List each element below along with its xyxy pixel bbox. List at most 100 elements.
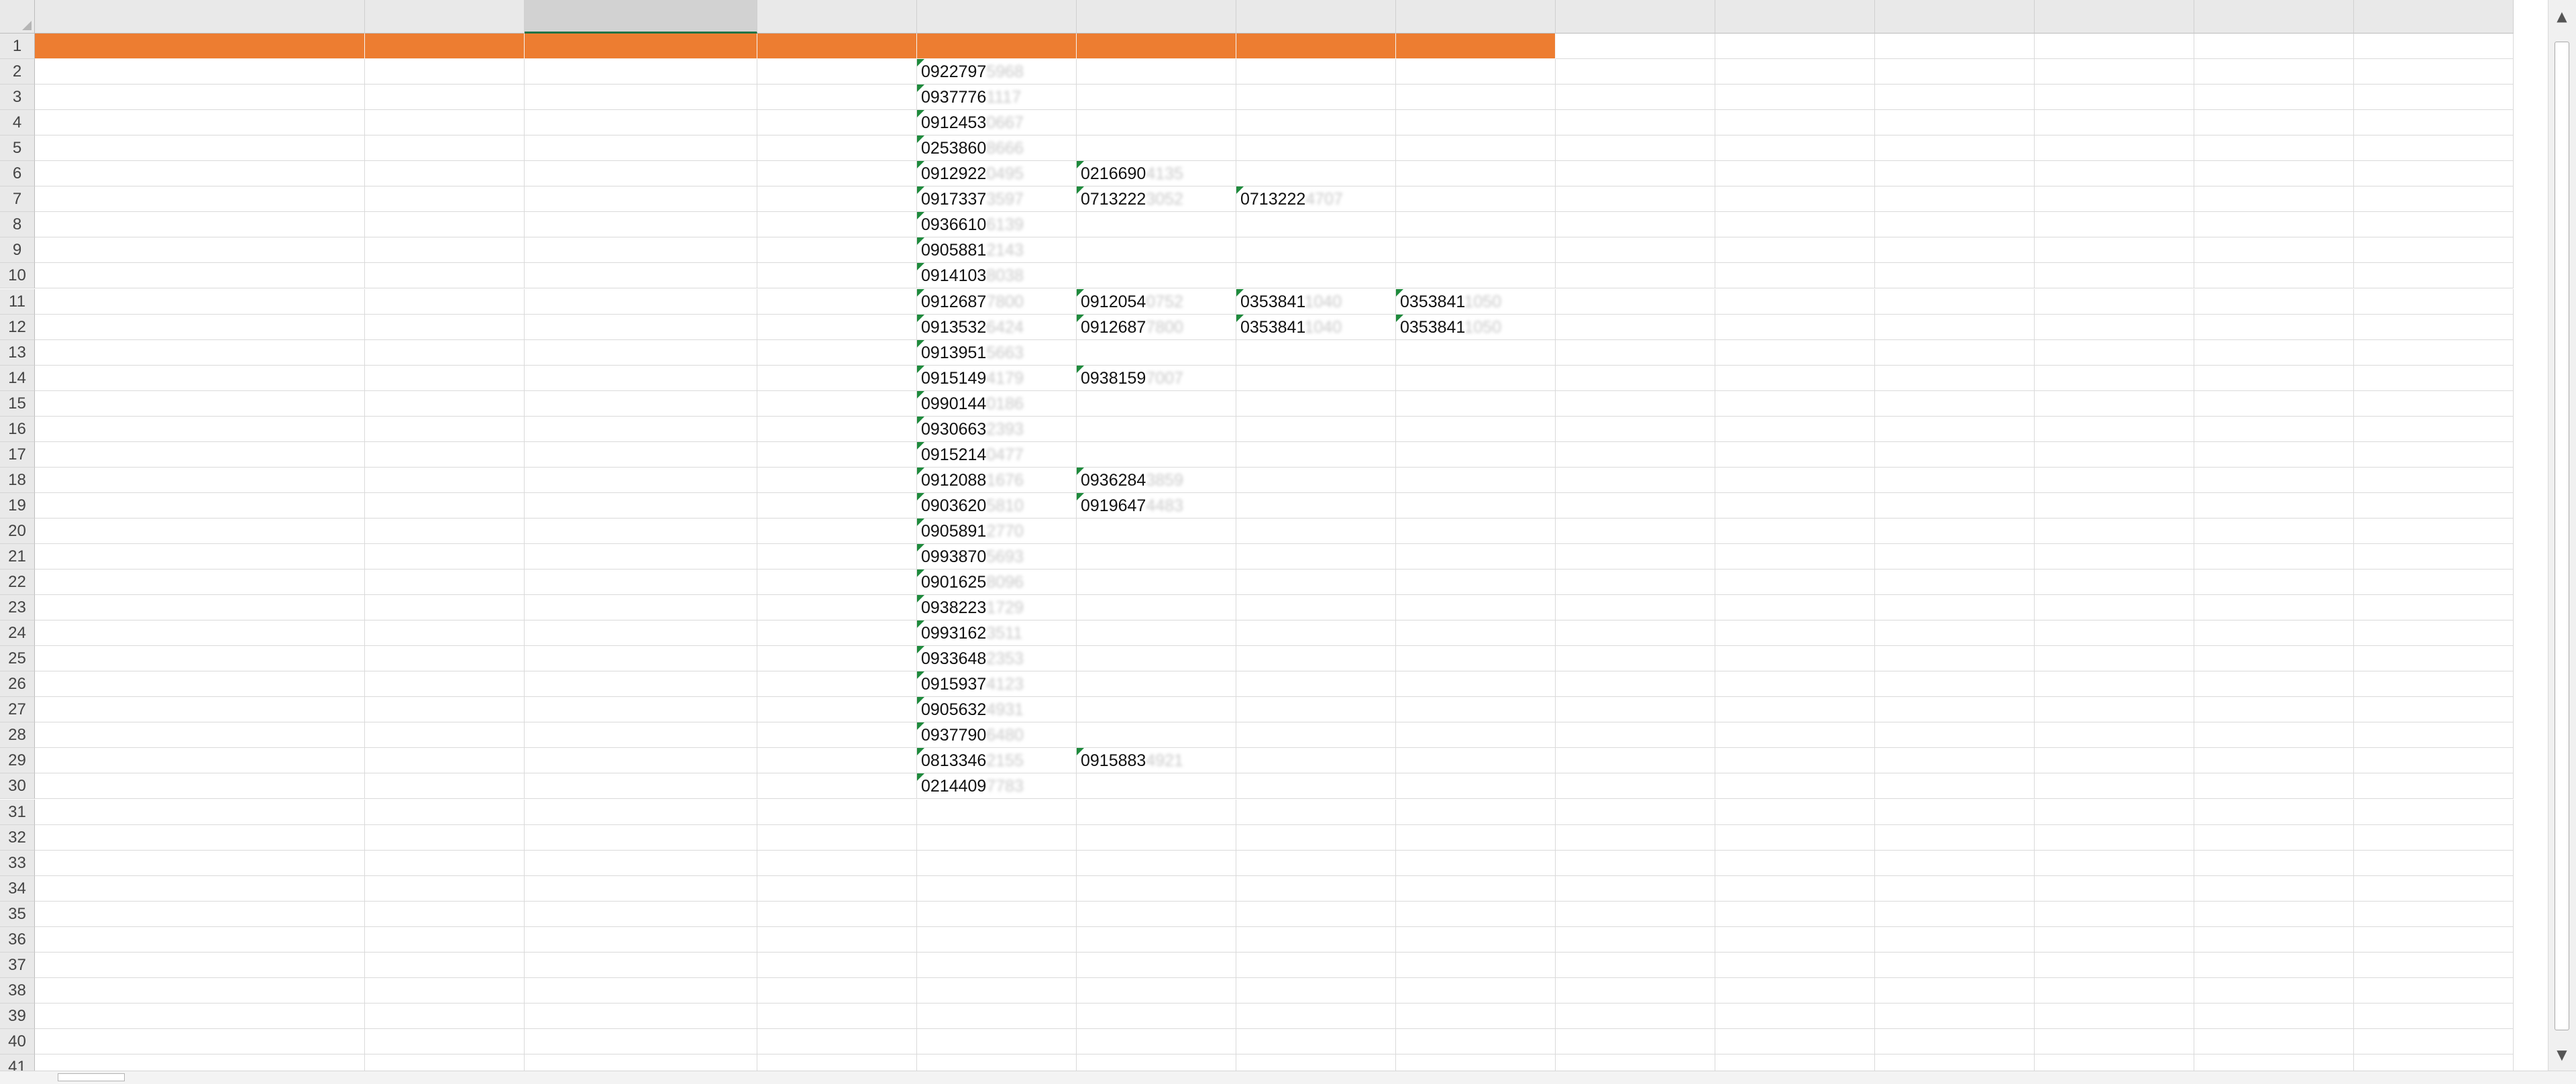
row-header-36[interactable]: 36 [0,926,35,953]
grid-cell[interactable] [1556,824,1715,851]
phone-cell[interactable]: 09058812143 [917,237,1077,264]
grid-cell[interactable] [1236,416,1396,442]
grid-cell[interactable] [1396,570,1556,596]
grid-cell[interactable] [1875,875,2035,902]
grid-cell[interactable] [1715,748,1875,774]
grid-cell[interactable] [2035,671,2194,698]
row-header-3[interactable]: 3 [0,85,35,111]
grid-cell[interactable] [2354,136,2514,162]
grid-cell[interactable] [1715,365,1875,391]
grid-cell[interactable] [1556,1054,1715,1071]
business-name-cell[interactable] [35,288,365,315]
grid-cell[interactable] [2354,646,2514,672]
province-cell[interactable] [365,518,525,544]
grid-cell[interactable] [525,901,757,927]
grid-cell[interactable] [2194,85,2354,111]
phone-cell[interactable]: 09056324931 [917,697,1077,723]
grid-cell[interactable] [2354,365,2514,391]
grid-cell[interactable] [1396,952,1556,978]
province-cell[interactable] [365,110,525,136]
business-name-cell[interactable] [35,467,365,493]
grid-cell[interactable] [2194,492,2354,519]
phone-cell[interactable]: 03538411040 [1236,288,1396,315]
grid-cell[interactable] [2035,339,2194,366]
grid-cell[interactable] [2035,314,2194,340]
grid-cell[interactable] [2194,773,2354,800]
grid-cell[interactable] [757,824,917,851]
grid-cell[interactable] [2194,186,2354,213]
grid-cell[interactable] [2194,952,2354,978]
grid-cell[interactable] [1236,263,1396,289]
business-name-cell[interactable] [35,161,365,187]
business-type-cell[interactable] [757,773,917,800]
grid-cell[interactable] [917,1028,1077,1054]
grid-cell[interactable] [1556,59,1715,85]
grid-cell[interactable] [1875,492,2035,519]
phone-cell[interactable]: 09931623511 [917,620,1077,647]
column-header-j[interactable] [1715,0,1875,34]
grid-cell[interactable] [2035,186,2194,213]
province-cell[interactable] [365,212,525,238]
grid-cell[interactable] [525,799,757,825]
business-name-cell[interactable] [35,263,365,289]
business-name-cell[interactable] [35,85,365,111]
business-name-cell[interactable] [35,212,365,238]
grid-cell[interactable] [2194,595,2354,621]
grid-cell[interactable] [1875,416,2035,442]
row-header-30[interactable]: 30 [0,773,35,800]
grid-cell[interactable] [1875,365,2035,391]
grid-cell[interactable] [2194,263,2354,289]
business-name-cell[interactable] [35,620,365,647]
grid-cell[interactable] [1396,773,1556,800]
grid-cell[interactable] [1236,136,1396,162]
phone-cell[interactable]: 09139515663 [917,339,1077,366]
province-cell[interactable] [365,492,525,519]
grid-cell[interactable] [1715,518,1875,544]
grid-cell[interactable] [757,977,917,1004]
row-header-15[interactable]: 15 [0,390,35,417]
grid-cell[interactable] [525,875,757,902]
row-header-17[interactable]: 17 [0,441,35,468]
grid-cell[interactable] [2035,518,2194,544]
column-header-k[interactable] [1875,0,2035,34]
province-cell[interactable] [365,697,525,723]
grid-cell[interactable] [2035,544,2194,570]
grid-cell[interactable] [1236,850,1396,876]
spreadsheet-grid[interactable]: 1 2 3 4 5 6 7 8 9 10 11 12 13 14 15 16 17 18 19 20 21 22 23 24 2… [0,0,2546,1071]
province-cell[interactable] [365,339,525,366]
grid-cell[interactable] [1077,824,1236,851]
grid-cell[interactable] [1715,850,1875,876]
grid-cell[interactable] [1396,620,1556,647]
grid-cell[interactable] [1556,390,1715,417]
grid-cell[interactable] [1715,339,1875,366]
grid-cell[interactable] [2354,34,2514,60]
grid-cell[interactable] [525,1028,757,1054]
row-header-14[interactable]: 14 [0,365,35,391]
grid-cell[interactable] [1077,544,1236,570]
grid-cell[interactable] [1875,186,2035,213]
grid-cell[interactable] [525,850,757,876]
row-header-29[interactable]: 29 [0,748,35,774]
grid-cell[interactable] [2194,518,2354,544]
row-header-33[interactable]: 33 [0,850,35,876]
grid-cell[interactable] [35,926,365,953]
grid-cell[interactable] [2194,570,2354,596]
grid-cell[interactable] [1875,722,2035,749]
grid-cell[interactable] [1236,697,1396,723]
grid-cell[interactable] [1077,1054,1236,1071]
grid-cell[interactable] [1077,1028,1236,1054]
grid-cell[interactable] [1077,416,1236,442]
grid-cell[interactable] [917,824,1077,851]
grid-cell[interactable] [2194,901,2354,927]
grid-cell[interactable] [1236,110,1396,136]
phone-cell[interactable]: 09306632393 [917,416,1077,442]
grid-cell[interactable] [35,1054,365,1071]
phone-cell[interactable]: 02144097783 [917,773,1077,800]
grid-cell[interactable] [1875,390,2035,417]
grid-cell[interactable] [1715,263,1875,289]
grid-cell[interactable] [2035,697,2194,723]
grid-cell[interactable] [757,1003,917,1029]
business-name-cell[interactable] [35,570,365,596]
phone-cell[interactable]: 09126877800 [1077,314,1236,340]
phone-cell[interactable]: 09336482353 [917,646,1077,672]
